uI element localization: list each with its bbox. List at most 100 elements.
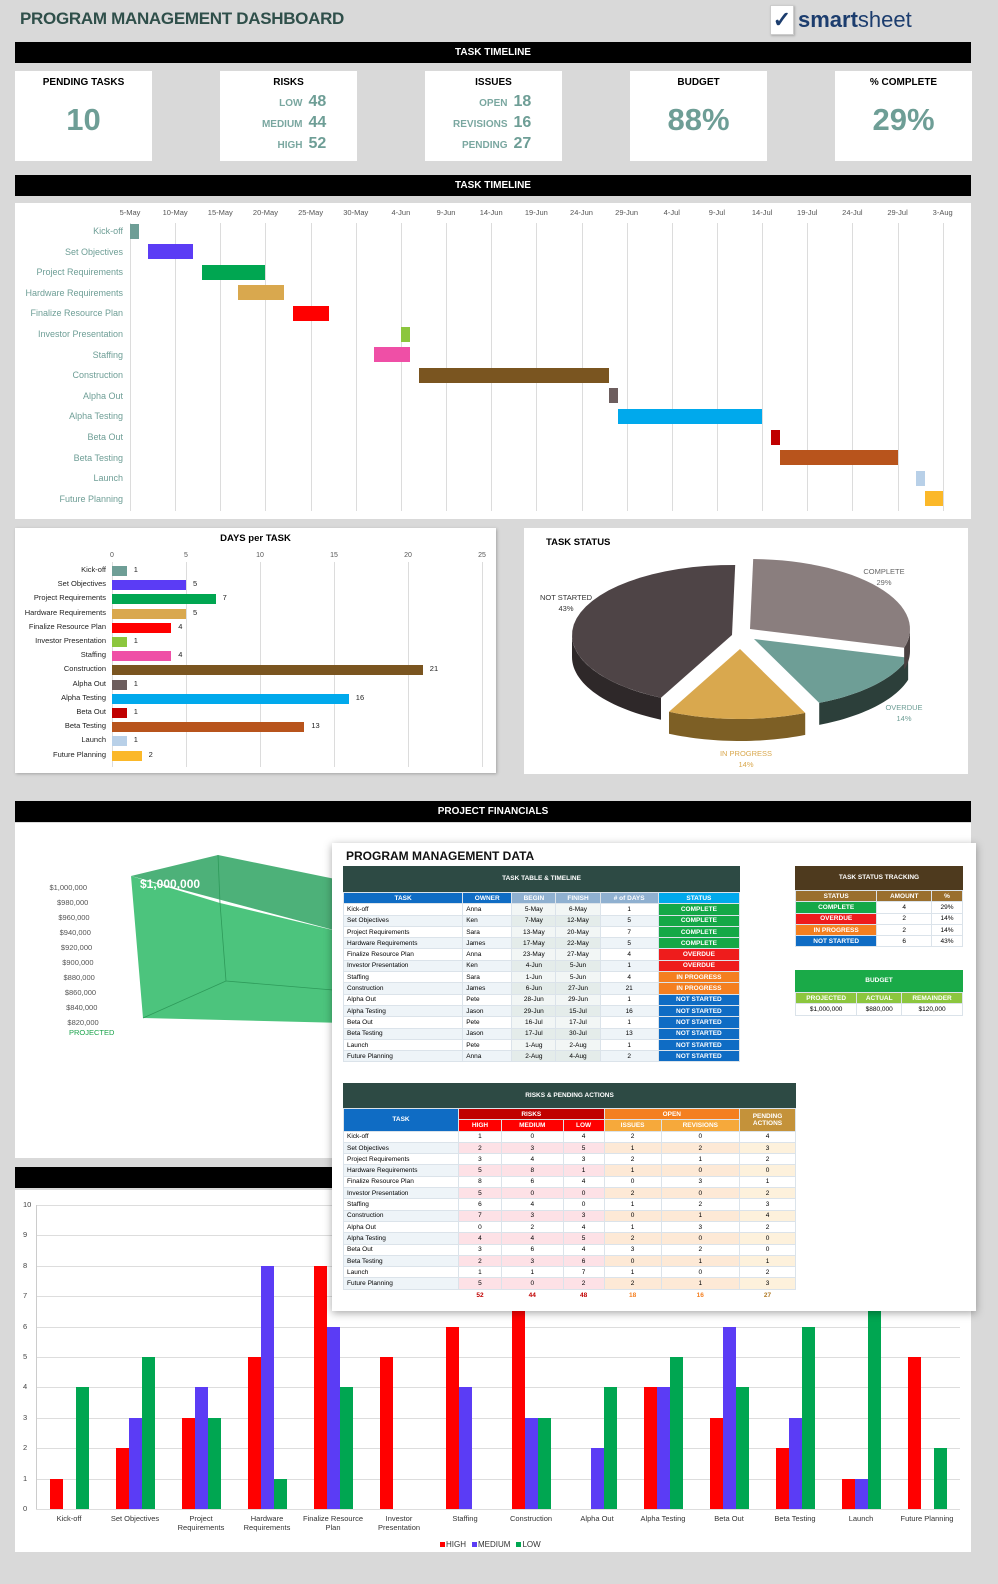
gantt-x-tick: 30-May bbox=[343, 208, 369, 217]
gantt-bar bbox=[771, 429, 781, 445]
bar bbox=[112, 637, 127, 647]
table-cell: Future Planning bbox=[342, 1050, 464, 1063]
task-table-header: TASK bbox=[342, 891, 464, 905]
table-cell: 0 bbox=[458, 1220, 502, 1234]
table-cell: 4 bbox=[562, 1130, 605, 1143]
column-bar-medium bbox=[722, 1326, 736, 1509]
table-cell: 7 bbox=[599, 925, 659, 939]
task-table-header: FINISH bbox=[555, 891, 601, 905]
pie-label-name: NOT STARTED bbox=[539, 593, 593, 602]
table-cell: 5-Jun bbox=[555, 971, 601, 984]
budget-value: $1,000,000 bbox=[794, 1003, 858, 1016]
gantt-bar bbox=[373, 347, 410, 363]
col-task: TASK bbox=[343, 1108, 459, 1132]
bar bbox=[112, 580, 186, 591]
table-cell: 6 bbox=[458, 1198, 502, 1211]
bar bbox=[112, 665, 423, 676]
table-row: Staffing 6 4 0 1 2 3 bbox=[343, 1198, 796, 1211]
gantt-gridline bbox=[942, 223, 944, 511]
legend-item: LOW bbox=[516, 1540, 541, 1549]
table-cell: 3 bbox=[739, 1198, 796, 1211]
table-cell: 6 bbox=[562, 1254, 605, 1268]
table-cell: 5 bbox=[562, 1141, 605, 1155]
table-cell: 15-Jul bbox=[555, 1004, 601, 1018]
y-tick: 3 bbox=[23, 1412, 28, 1422]
table-cell: 2 bbox=[739, 1153, 796, 1166]
gridline bbox=[36, 1509, 960, 1510]
table-cell: 20-May bbox=[555, 925, 601, 939]
table-row: Future Planning 5 0 2 2 1 3 bbox=[343, 1277, 796, 1290]
status-tracking-table: TASK STATUS TRACKING STATUS AMOUNT% COMPL… bbox=[794, 866, 963, 948]
table-cell: 2 bbox=[603, 1232, 662, 1245]
totals-row: 52 44 48 18 16 27 bbox=[344, 1289, 796, 1300]
table-cell: Sara bbox=[462, 971, 513, 984]
y-tick: 9 bbox=[23, 1230, 28, 1240]
table-cell: 2 bbox=[660, 1141, 741, 1155]
table-cell: 29-Jun bbox=[511, 1004, 557, 1018]
budget-header: REMAINDER bbox=[901, 991, 963, 1005]
bar bbox=[112, 679, 127, 690]
status-badge: OVERDUE bbox=[657, 959, 741, 973]
gantt-x-tick: 3-Aug bbox=[932, 208, 953, 217]
bar-value-label: 1 bbox=[133, 678, 138, 688]
gantt-bar bbox=[780, 450, 898, 466]
legend-item: HIGH bbox=[440, 1540, 466, 1549]
table-cell: 2 bbox=[458, 1141, 502, 1155]
table-cell: 2 bbox=[739, 1266, 796, 1279]
table-row: NOT STARTED 6 43% bbox=[794, 935, 963, 948]
table-cell: 2 bbox=[458, 1254, 502, 1268]
checkmark-icon: ✓ bbox=[770, 5, 794, 35]
gridline bbox=[482, 562, 483, 767]
gantt-bar bbox=[202, 264, 266, 280]
table-cell: Ken bbox=[462, 914, 513, 927]
status-tracking-grid: STATUS AMOUNT% COMPLETE 4 29% OVERDUE 2 14% IN … bbox=[794, 889, 963, 948]
gantt-task-label: Beta Out bbox=[87, 432, 123, 442]
risks-table-grid: TASK RISKS OPEN PENDING ACTIONS HIGH MED… bbox=[343, 1107, 796, 1301]
kpi-row: HIGH 52 bbox=[277, 135, 327, 152]
task-table: TASK TABLE & TIMELINE TASK OWNER BEGIN FINI… bbox=[342, 866, 741, 1063]
pie-label: NOT STARTED 43% bbox=[526, 592, 606, 614]
column-bar-high bbox=[643, 1387, 657, 1509]
status-badge: NOT STARTED bbox=[657, 1050, 741, 1063]
table-cell: 4 bbox=[876, 901, 933, 914]
column-bar-low bbox=[75, 1387, 89, 1509]
gantt-task-label: Launch bbox=[93, 473, 123, 484]
table-row: Hardware Requirements 5 8 1 1 0 0 bbox=[343, 1164, 796, 1177]
column-bar-low bbox=[669, 1357, 683, 1509]
table-cell: 2-Aug bbox=[511, 1050, 557, 1063]
x-label-line: Future Planning bbox=[900, 1514, 954, 1523]
gantt-gridline bbox=[762, 223, 764, 511]
column-bar-medium bbox=[590, 1448, 604, 1509]
column-bar-low bbox=[735, 1387, 749, 1509]
bar-category-label: Launch bbox=[81, 735, 106, 745]
gantt-task-label: Project Requirements bbox=[36, 267, 123, 278]
gantt-x-tick: 9-Jun bbox=[436, 208, 456, 217]
table-cell: Staffing bbox=[342, 971, 464, 984]
column-bar-low bbox=[273, 1478, 287, 1509]
status-tracking-title: TASK STATUS TRACKING bbox=[795, 866, 963, 890]
table-cell: Ken bbox=[462, 959, 513, 973]
table-cell: Kick-off bbox=[343, 1130, 459, 1143]
bar-category-label: Construction bbox=[63, 664, 106, 674]
table-cell: 4 bbox=[500, 1232, 564, 1245]
table-cell: Pete bbox=[462, 993, 513, 1006]
table-cell: Set Objectives bbox=[342, 914, 464, 927]
col-pending-actions: PENDING ACTIONS bbox=[739, 1108, 796, 1132]
budget-value: $880,000 bbox=[856, 1003, 903, 1016]
table-cell: 2 bbox=[876, 923, 933, 937]
table-cell: 8 bbox=[458, 1175, 502, 1189]
x-tick: 10 bbox=[256, 552, 264, 559]
y-tick: 2 bbox=[23, 1443, 28, 1453]
gridline bbox=[36, 1448, 960, 1450]
kpi-issues: ISSUES OPEN 18 REVISIONS 16 PENDING 27 bbox=[425, 71, 562, 161]
table-cell: 2 bbox=[739, 1220, 796, 1234]
task-table-header: STATUS bbox=[657, 891, 741, 905]
table-cell: 1 bbox=[599, 903, 659, 916]
table-cell: 4 bbox=[599, 948, 659, 961]
kpi-title: ISSUES bbox=[475, 77, 512, 88]
legend-swatch bbox=[516, 1542, 522, 1547]
column-bar-high bbox=[907, 1357, 921, 1509]
status-badge: COMPLETE bbox=[657, 903, 741, 916]
section-header-top: TASK TIMELINE bbox=[15, 42, 971, 63]
table-cell: 5-May bbox=[511, 903, 557, 916]
